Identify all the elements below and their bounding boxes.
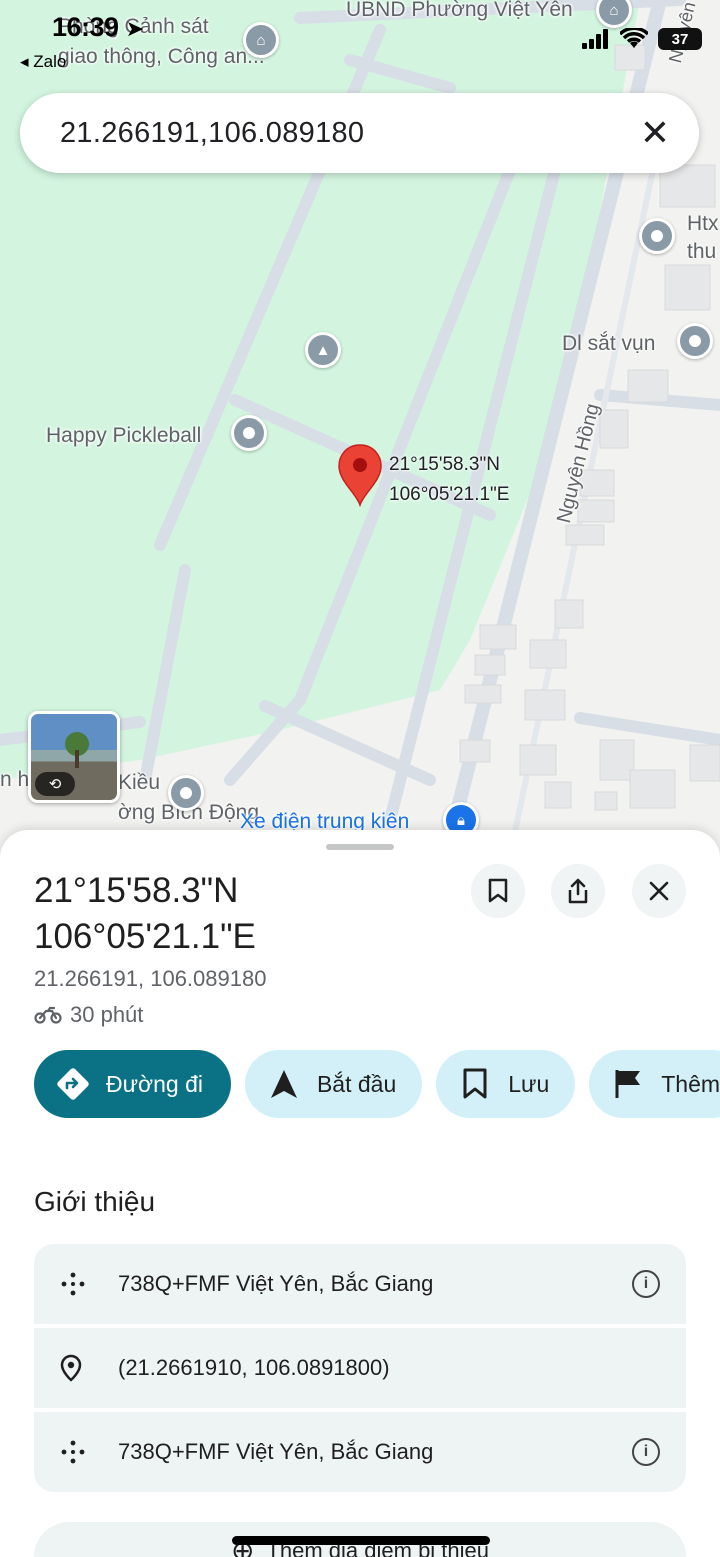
map-label-ubnd[interactable]: UBND Phường Việt Yên [346, 0, 573, 22]
plus-code-icon [60, 1439, 118, 1465]
back-to-app[interactable]: ◂ Zalo [20, 52, 66, 72]
decimal-coordinates: 21.266191, 106.089180 [34, 966, 267, 991]
directions-label: Đường đi [106, 1070, 203, 1097]
search-input[interactable]: 21.266191,106.089180 [60, 117, 635, 150]
start-button[interactable]: Bắt đầu [244, 1050, 423, 1118]
flag-icon [611, 1067, 645, 1101]
bookmark-icon [458, 1067, 492, 1101]
location-pin-icon[interactable] [336, 443, 384, 507]
place-title: 21°15'58.3"N 106°05'21.1"E [34, 871, 256, 956]
share-button[interactable] [551, 864, 605, 918]
list-item-coordinates[interactable]: (21.2661910, 106.0891800) [34, 1328, 686, 1408]
place-sheet[interactable]: 21°15'58.3"N 106°05'21.1"E 21.266191, 10… [0, 830, 720, 1557]
list-item-plus-code[interactable]: 738Q+FMF Việt Yên, Bắc Giang i [34, 1244, 686, 1324]
close-sheet-button[interactable] [632, 864, 686, 918]
info-icon[interactable]: i [632, 1270, 660, 1298]
map-view[interactable]: Phòng Cảnh sát giao thông, Công an... ⌂ … [0, 0, 720, 880]
travel-time: 30 phút [34, 1002, 143, 1028]
share-icon [568, 878, 588, 904]
place-poi-icon[interactable] [677, 323, 713, 359]
start-label: Bắt đầu [316, 1070, 397, 1097]
place-poi-icon[interactable] [639, 218, 675, 254]
map-label-happy-pickleball[interactable]: Happy Pickleball [46, 424, 201, 448]
location-pin-icon [60, 1354, 118, 1382]
drag-handle[interactable] [326, 844, 394, 850]
action-chips: Đường đi Bắt đầu Lưu Thêm [34, 1050, 720, 1118]
more-button[interactable]: Thêm [589, 1050, 720, 1118]
info-icon[interactable]: i [632, 1438, 660, 1466]
close-icon[interactable]: ✕ [635, 115, 675, 151]
save-button[interactable] [471, 864, 525, 918]
save-chip-button[interactable]: Lưu [436, 1050, 576, 1118]
government-poi-icon[interactable]: ⌂ [243, 22, 279, 58]
bookmark-icon [488, 878, 508, 903]
search-bar[interactable]: 21.266191,106.089180 ✕ [20, 93, 699, 173]
more-label: Thêm [661, 1070, 720, 1097]
directions-icon [56, 1067, 90, 1101]
place-poi-icon[interactable] [231, 415, 267, 451]
motorbike-icon [34, 1006, 62, 1024]
cellular-signal-icon [582, 29, 608, 49]
battery-icon: 37 [658, 28, 702, 50]
map-label-htx[interactable]: Htx thu [687, 210, 719, 266]
plus-code-text: 738Q+FMF Việt Yên, Bắc Giang [118, 1439, 434, 1464]
about-list: 738Q+FMF Việt Yên, Bắc Giang i (21.26619… [34, 1244, 686, 1496]
location-arrow-icon: ➤ [125, 16, 144, 41]
list-item-plus-code[interactable]: 738Q+FMF Việt Yên, Bắc Giang i [34, 1412, 686, 1492]
home-indicator[interactable] [232, 1536, 490, 1545]
plus-code-icon [60, 1271, 118, 1297]
map-label-dl-sat-vun[interactable]: Dl sắt vụn [562, 332, 655, 356]
directions-button[interactable]: Đường đi [34, 1050, 231, 1118]
close-icon [649, 881, 669, 901]
pin-coordinates-label: 21°15'58.3"N 106°05'21.1"E [389, 454, 510, 505]
coordinates-text: (21.2661910, 106.0891800) [118, 1355, 390, 1380]
school-poi-icon[interactable]: ▲ [305, 332, 341, 368]
about-section-title: Giới thiệu [34, 1186, 156, 1217]
plus-code-text: 738Q+FMF Việt Yên, Bắc Giang [118, 1271, 434, 1296]
navigation-arrow-icon [267, 1067, 301, 1101]
rotate-360-icon: ⟲ [35, 772, 75, 796]
status-icons: 37 [582, 28, 702, 50]
street-view-thumbnail[interactable]: ⟲ [28, 711, 120, 803]
wifi-icon [620, 28, 648, 48]
status-time: 16:39 ➤ [52, 12, 144, 42]
place-poi-icon[interactable] [168, 775, 204, 811]
save-label: Lưu [508, 1070, 550, 1097]
